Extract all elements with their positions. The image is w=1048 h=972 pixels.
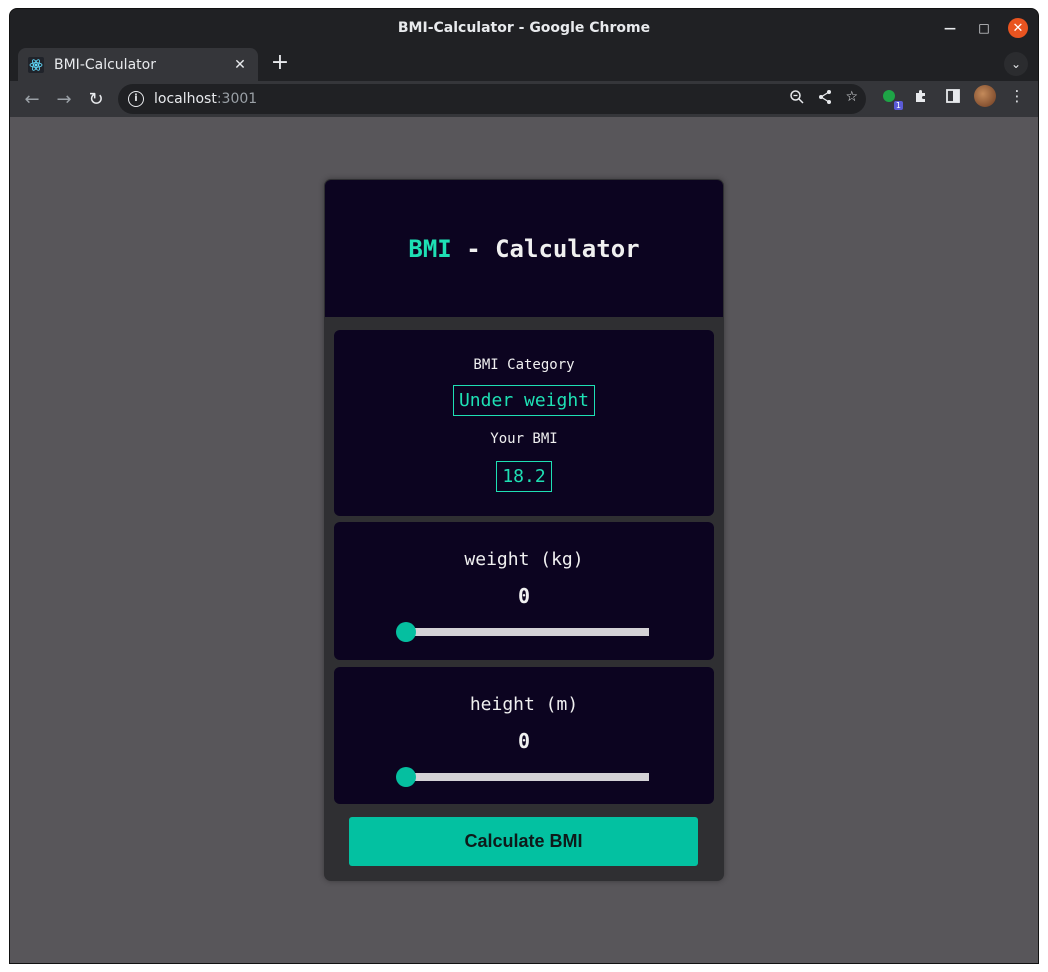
app-title-rest: - Calculator — [451, 234, 640, 263]
profile-avatar[interactable] — [974, 85, 996, 107]
height-slider-thumb[interactable] — [396, 767, 416, 787]
share-icon[interactable] — [817, 89, 833, 109]
window-titlebar: BMI-Calculator - Google Chrome — □ ✕ — [10, 9, 1038, 47]
address-port: :3001 — [216, 91, 258, 107]
extensions-puzzle-icon[interactable] — [910, 85, 932, 107]
height-slider[interactable] — [396, 767, 649, 787]
address-bar[interactable]: i localhost:3001 ☆ — [118, 84, 866, 114]
window-controls: — □ ✕ — [940, 18, 1028, 38]
tab-bmi-calculator[interactable]: BMI-Calculator ✕ — [18, 48, 258, 81]
bmi-category-label: BMI Category — [473, 357, 575, 373]
result-panel: BMI Category Under weight Your BMI 18.2 — [334, 330, 714, 516]
height-value: 0 — [517, 729, 531, 753]
extension-badge: 1 — [893, 101, 903, 110]
reload-icon[interactable]: ↻ — [82, 85, 110, 113]
page-viewport: BMI - Calculator BMI Category Under weig… — [10, 117, 1038, 963]
extensions-area: 1 ⋮ — [878, 85, 1028, 110]
app-title: BMI - Calculator — [325, 180, 723, 317]
weight-slider[interactable] — [396, 622, 649, 642]
site-info-icon[interactable]: i — [128, 91, 144, 107]
react-icon — [28, 56, 44, 73]
omnibox-actions: ☆ — [789, 89, 858, 109]
browser-window: BMI-Calculator - Google Chrome — □ ✕ BMI… — [9, 8, 1039, 964]
chrome-menu-icon[interactable]: ⋮ — [1006, 85, 1028, 107]
app-title-accent: BMI — [408, 234, 452, 263]
height-panel: height (m) 0 — [334, 667, 714, 804]
weight-panel: weight (kg) 0 — [334, 522, 714, 660]
bmi-category-value: Under weight — [452, 385, 596, 416]
forward-icon[interactable]: → — [50, 85, 78, 113]
weight-value: 0 — [517, 584, 531, 608]
weight-label: weight (kg) — [464, 549, 584, 570]
browser-toolbar: ← → ↻ i localhost:3001 ☆ 1 ⋮ — [10, 81, 1038, 117]
tab-search-button[interactable]: ⌄ — [1004, 52, 1028, 76]
zoom-icon[interactable] — [789, 89, 805, 109]
tab-strip: BMI-Calculator ✕ + ⌄ — [10, 47, 1038, 81]
minimize-button[interactable]: — — [940, 18, 960, 38]
extension-status-icon[interactable]: 1 — [878, 85, 903, 110]
address-host: localhost — [154, 91, 217, 107]
window-title: BMI-Calculator - Google Chrome — [397, 20, 651, 36]
maximize-button[interactable]: □ — [974, 18, 994, 38]
bmi-card: BMI - Calculator BMI Category Under weig… — [324, 179, 724, 881]
calculate-bmi-button[interactable]: Calculate BMI — [349, 817, 698, 866]
bookmark-star-icon[interactable]: ☆ — [845, 89, 858, 109]
bmi-value: 18.2 — [496, 461, 552, 492]
close-window-button[interactable]: ✕ — [1008, 18, 1028, 38]
height-label: height (m) — [469, 694, 579, 715]
back-icon[interactable]: ← — [18, 85, 46, 113]
weight-slider-thumb[interactable] — [396, 622, 416, 642]
tab-title: BMI-Calculator — [54, 56, 156, 73]
side-panel-icon[interactable] — [942, 85, 964, 107]
new-tab-button[interactable]: + — [268, 52, 292, 76]
tab-close-icon[interactable]: ✕ — [232, 57, 248, 73]
your-bmi-label: Your BMI — [490, 431, 558, 447]
